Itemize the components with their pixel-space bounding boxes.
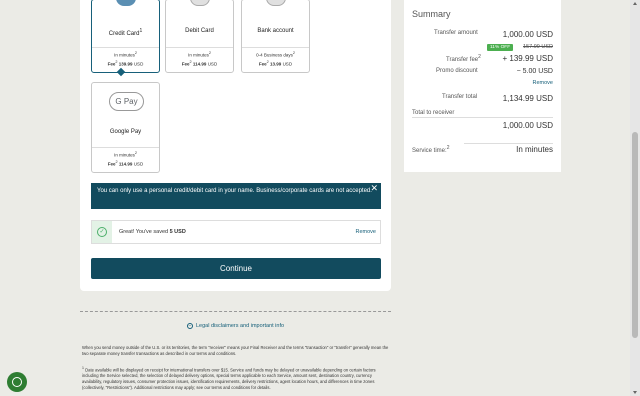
option-name: Google Pay (109, 129, 142, 135)
divider (80, 311, 391, 312)
card-notice: You can only use a personal credit/debit… (91, 183, 381, 209)
transfer-total-value: 1,134.99 USD (502, 94, 553, 103)
promo-discount-value: − 5.00 USD (516, 68, 553, 75)
debit-card-icon (189, 0, 210, 6)
option-fee: 13.99 (270, 61, 282, 66)
promo-saved-banner: ✓ Great! You've saved 5 USD Remove (91, 220, 381, 244)
option-fee: 114.99 (192, 61, 207, 66)
check-circle-icon: ✓ (97, 227, 107, 237)
discount-badge: 11% OFF (487, 44, 514, 51)
option-credit-card[interactable]: Credit Card1 In minutes2 Fee2 139.99 USD (91, 0, 160, 73)
option-time: 0-4 Business days (256, 52, 293, 58)
legal-paragraph-2: 1 Date available will be displayed on re… (82, 366, 376, 391)
transfer-amount-value: 1,000.00 USD (502, 30, 553, 39)
saved-amount: 5 USD (169, 229, 186, 235)
remove-promo-link[interactable]: Remove (356, 229, 376, 235)
old-fee: 157.99 USD (523, 44, 553, 50)
bank-icon (265, 0, 286, 6)
option-fee: 114.99 (118, 161, 133, 166)
option-debit-card[interactable]: Debit Card In minutes2 Fee2 114.99 USD (165, 0, 234, 73)
saved-text: Great! You've saved (119, 229, 170, 235)
legal-paragraph-1: When you send money outside of the U.S. … (82, 345, 389, 356)
option-name: Credit Card (108, 31, 140, 37)
continue-button[interactable]: Continue (91, 258, 381, 279)
google-pay-logo: G Pay (109, 92, 144, 111)
cookie-settings-icon[interactable] (7, 372, 27, 392)
option-google-pay[interactable]: G Pay Google Pay In minutes2 Fee2 114.99… (91, 82, 160, 173)
notice-text: You can only use a personal credit/debit… (97, 188, 372, 194)
option-time: In minutes (114, 52, 135, 58)
credit-card-icon (115, 0, 136, 6)
option-bank-account[interactable]: Bank account 0-4 Business days2 Fee2 13.… (241, 0, 310, 73)
remove-promo-summary-link[interactable]: Remove (533, 80, 553, 86)
option-time: In minutes (188, 52, 209, 58)
summary-panel: Summary Transfer amount 1,000.00 USD 11%… (404, 0, 561, 172)
transfer-fee-value: + 139.99 USD (502, 54, 553, 63)
option-name: Bank account (257, 28, 294, 34)
legal-disclaimers-link[interactable]: − Legal disclaimers and important info (187, 323, 284, 329)
option-time: In minutes (114, 152, 135, 158)
total-to-receiver-value: 1,000.00 USD (502, 121, 553, 130)
service-time-value: In minutes (516, 145, 553, 154)
option-name: Debit Card (185, 28, 214, 34)
scrollbar[interactable] (630, 0, 640, 396)
scroll-thumb[interactable] (632, 132, 638, 338)
close-icon[interactable]: ✕ (370, 184, 378, 193)
scroll-up-arrow-icon[interactable] (633, 2, 637, 5)
option-fee: 139.99 (118, 61, 133, 66)
summary-title: Summary (412, 9, 451, 19)
scroll-down-arrow-icon[interactable] (633, 391, 637, 394)
collapse-icon: − (187, 323, 193, 329)
